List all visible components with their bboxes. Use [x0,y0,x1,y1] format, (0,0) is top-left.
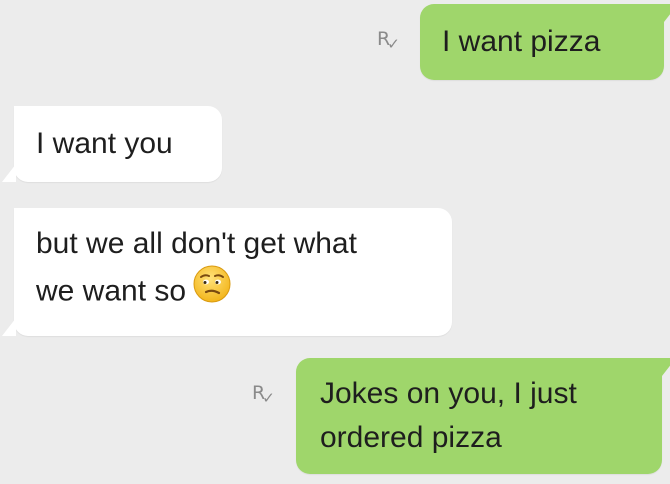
confused-face-emoji [192,264,232,317]
message-text: I want you [36,127,173,160]
outgoing-message-bubble[interactable]: Jokes on you, I just ordered pizza [296,358,670,474]
read-receipt-icon: R✓ [252,382,275,407]
incoming-message-bubble[interactable]: I want you [2,106,222,182]
message-text: Jokes on you, I just [320,377,577,410]
message-text: I want pizza [442,25,601,58]
read-receipt-icon: R✓ [377,28,400,53]
message-text: we want so [36,274,187,308]
message-text: but we all don't get what [36,227,357,260]
incoming-message-bubble[interactable]: but we all don't get what we want so [2,208,452,336]
message-text-line-2: we want so [36,264,452,319]
message-text: ordered pizza [320,421,502,454]
outgoing-message-bubble[interactable]: I want pizza [420,4,670,80]
